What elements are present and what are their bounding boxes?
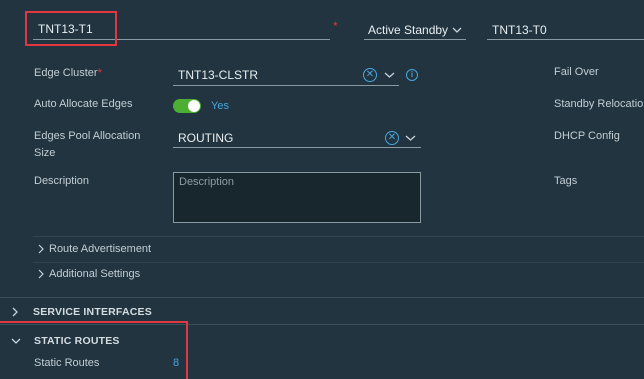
linked-tier0-underline [487,39,644,40]
edge-cluster-clear-icon[interactable]: ✕ [363,68,377,82]
edge-cluster-label-text: Edge Cluster [34,67,98,79]
toggle-knob [188,100,200,112]
static-routes-highlight-box [0,321,188,379]
edge-cluster-underline [173,85,399,86]
pool-allocation-clear-icon[interactable]: ✕ [385,131,399,145]
info-icon[interactable]: i [406,69,418,81]
edge-cluster-label: Edge Cluster* [34,67,102,79]
name-required-mark: * [333,19,338,33]
service-interfaces-section[interactable]: SERVICE INTERFACES [11,306,152,318]
divider [33,262,644,263]
route-advertisement-toggle[interactable]: Route Advertisement [37,243,151,255]
auto-allocate-label: Auto Allocate Edges [34,98,133,110]
ha-mode-underline [364,39,466,40]
chevron-right-icon [12,307,18,317]
divider [33,236,644,237]
edge-cluster-required-mark: * [97,67,102,79]
description-textarea[interactable]: Description [173,172,421,223]
service-interfaces-title: SERVICE INTERFACES [33,306,152,318]
edge-cluster-chevron-icon[interactable] [384,71,395,79]
additional-settings-toggle[interactable]: Additional Settings [37,268,140,280]
pool-allocation-label-line1: Edges Pool Allocation [34,130,141,142]
auto-allocate-value: Yes [211,100,229,112]
pool-allocation-label-line2: Size [34,147,56,159]
tags-label: Tags [554,175,578,187]
fail-over-label: Fail Over [554,66,599,78]
description-label: Description [34,175,90,187]
route-advertisement-label: Route Advertisement [49,243,152,255]
edge-cluster-select[interactable]: TNT13-CLSTR [178,68,258,82]
pool-allocation-underline [173,147,421,148]
auto-allocate-toggle[interactable] [173,99,201,113]
additional-settings-label: Additional Settings [49,268,141,280]
chevron-right-icon [38,244,44,254]
chevron-right-icon [38,269,44,279]
pool-allocation-chevron-icon[interactable] [405,134,416,142]
linked-tier0-select[interactable]: TNT13-T0 [492,23,547,37]
pool-allocation-select[interactable]: ROUTING [178,131,233,145]
divider [0,297,644,298]
ha-mode-chevron-icon[interactable] [452,26,462,34]
dhcp-config-label: DHCP Config [554,130,620,142]
name-highlight-box [25,11,117,46]
standby-relocation-label: Standby Relocatio [554,98,644,110]
ha-mode-select[interactable]: Active Standby [368,23,448,37]
